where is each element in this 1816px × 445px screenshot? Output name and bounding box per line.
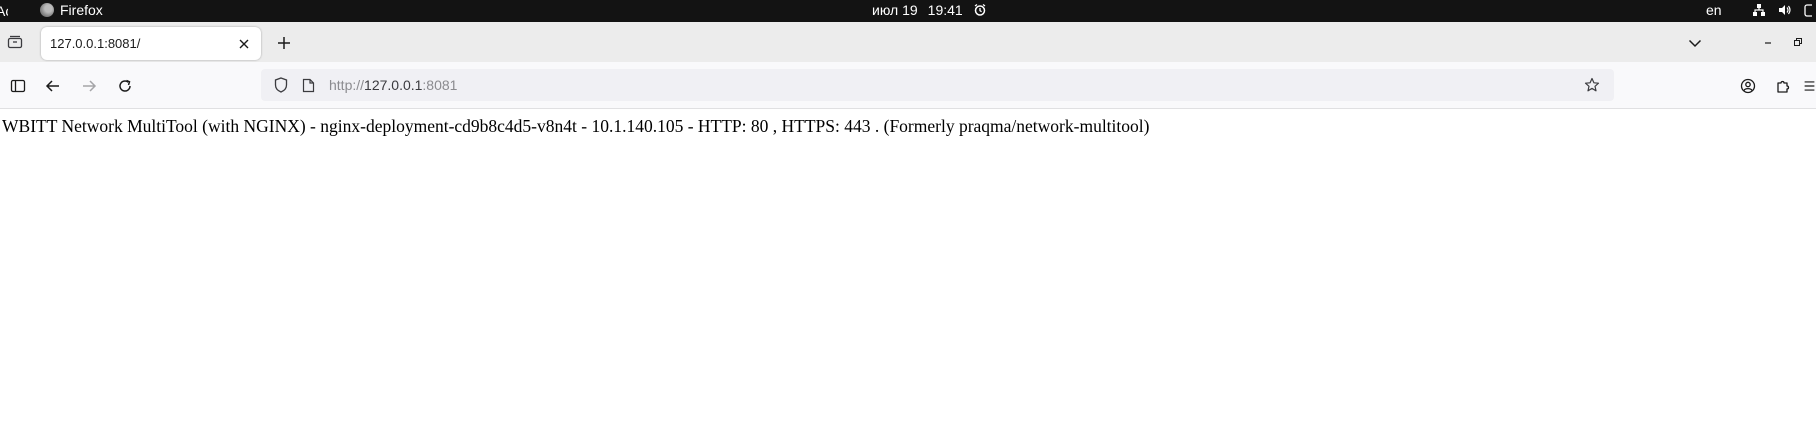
app-menu[interactable]: Firefox bbox=[40, 2, 103, 18]
maximize-icon[interactable] bbox=[1790, 34, 1806, 50]
app-name: Firefox bbox=[60, 2, 103, 18]
clock-time: 19:41 bbox=[927, 2, 963, 18]
plus-icon[interactable] bbox=[273, 32, 295, 54]
menu-icon[interactable] bbox=[1803, 74, 1816, 98]
reload-icon[interactable] bbox=[113, 74, 137, 98]
tab-overview-icon[interactable] bbox=[4, 32, 26, 52]
alarm-icon bbox=[973, 3, 987, 17]
firefox-icon bbox=[40, 3, 54, 17]
clock[interactable]: июл 19 19:41 bbox=[872, 2, 987, 18]
sidebar-icon[interactable] bbox=[6, 74, 30, 98]
url-scheme: http:// bbox=[329, 77, 365, 93]
system-tray[interactable] bbox=[1752, 3, 1812, 17]
page-icon[interactable] bbox=[299, 76, 317, 94]
activities-button[interactable]: Activities bbox=[0, 3, 8, 19]
keyboard-layout[interactable]: en bbox=[1706, 2, 1722, 18]
close-icon[interactable] bbox=[234, 34, 254, 54]
tab-active[interactable]: 127.0.0.1:8081/ bbox=[41, 27, 261, 60]
volume-icon bbox=[1778, 3, 1792, 17]
page-content: WBITT Network MultiTool (with NGINX) - n… bbox=[0, 110, 1816, 445]
star-icon[interactable] bbox=[1582, 75, 1602, 95]
arrow-left-icon[interactable] bbox=[41, 74, 65, 98]
minimize-icon[interactable] bbox=[1760, 34, 1776, 50]
system-top-bar: Activities Firefox июл 19 19:41 en bbox=[0, 0, 1816, 22]
navigation-toolbar: http://127.0.0.1:8081 bbox=[0, 62, 1816, 109]
network-icon bbox=[1752, 3, 1766, 17]
arrow-right-icon[interactable] bbox=[77, 74, 101, 98]
tab-strip: 127.0.0.1:8081/ bbox=[0, 22, 1816, 62]
tab-title: 127.0.0.1:8081/ bbox=[50, 36, 141, 51]
account-icon[interactable] bbox=[1736, 74, 1760, 98]
page-text: WBITT Network MultiTool (with NGINX) - n… bbox=[2, 116, 1150, 136]
url-text[interactable]: http://127.0.0.1:8081 bbox=[329, 77, 457, 93]
url-bar[interactable]: http://127.0.0.1:8081 bbox=[261, 69, 1614, 101]
clock-date: июл 19 bbox=[872, 2, 918, 18]
url-port: :8081 bbox=[422, 77, 458, 93]
url-host: 127.0.0.1 bbox=[364, 77, 423, 93]
shield-icon[interactable] bbox=[271, 75, 291, 95]
puzzle-icon[interactable] bbox=[1771, 74, 1795, 98]
battery-icon bbox=[1804, 3, 1812, 17]
chevron-down-icon[interactable] bbox=[1683, 32, 1707, 54]
